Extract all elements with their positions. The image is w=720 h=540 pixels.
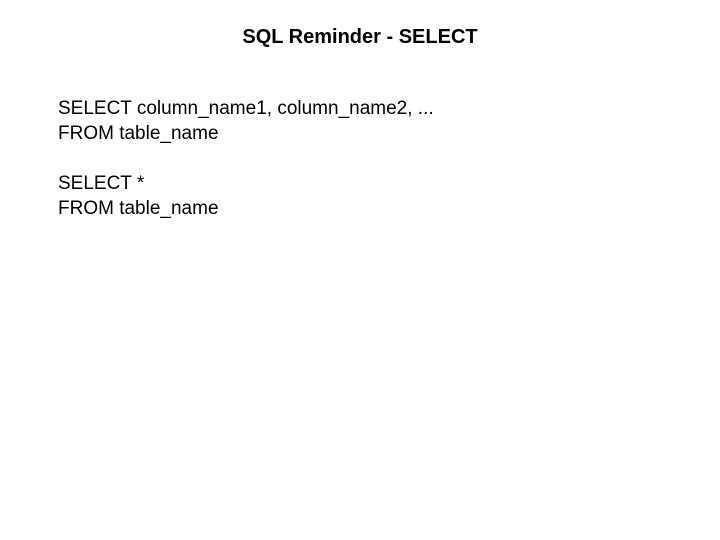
code-line: FROM table_name [58, 197, 720, 222]
code-block-2: SELECT * FROM table_name [58, 172, 720, 221]
slide: SQL Reminder - SELECT SELECT column_name… [0, 0, 720, 540]
code-line: SELECT * [58, 172, 720, 197]
code-line: FROM table_name [58, 122, 720, 147]
code-line: SELECT column_name1, column_name2, ... [58, 97, 720, 122]
code-block-1: SELECT column_name1, column_name2, ... F… [58, 97, 720, 146]
slide-title: SQL Reminder - SELECT [180, 26, 540, 49]
slide-content: SELECT column_name1, column_name2, ... F… [0, 97, 720, 222]
